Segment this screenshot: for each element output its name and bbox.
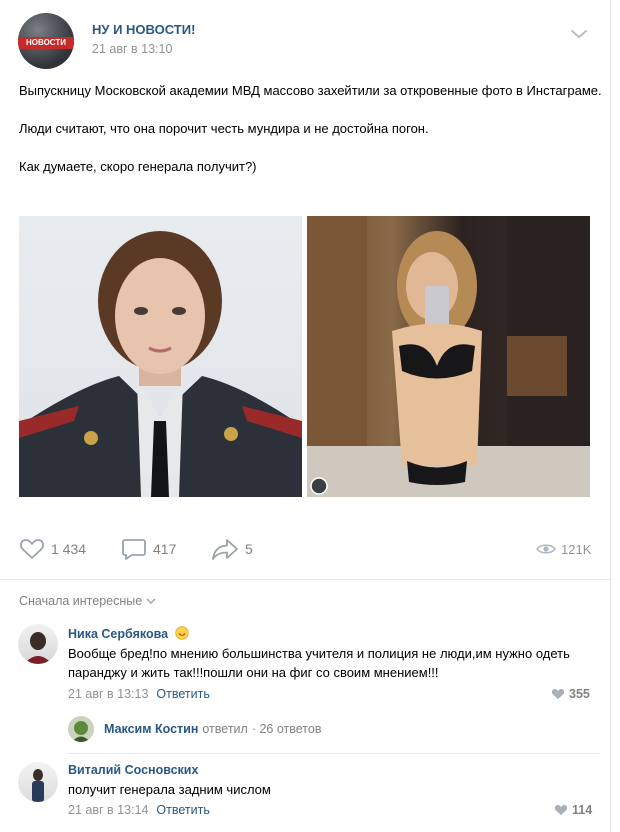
reply-author-avatar (68, 716, 94, 742)
views-count: 121K (561, 541, 592, 557)
post-date[interactable]: 21 авг в 13:10 (92, 42, 172, 56)
comment-button[interactable]: 417 (121, 536, 176, 562)
share-arrow-icon (212, 539, 238, 560)
community-avatar[interactable]: НОВОСТИ (18, 13, 74, 69)
heart-icon (554, 804, 568, 815)
comment-text: Вообще бред!по мнению большинства учител… (68, 646, 570, 680)
post-paragraph: Люди считают, что она порочит честь мунд… (19, 121, 429, 136)
post-text: Выпускницу Московской академии МВД массо… (19, 81, 604, 195)
post-actions: 1 434 417 5 121K (0, 536, 620, 562)
eye-icon (536, 544, 556, 554)
reply-button[interactable]: Ответить (156, 803, 209, 817)
comment-meta: 21 авг в 13:14 Ответить (68, 803, 210, 817)
commenter-name[interactable]: Виталий Сосновских (68, 763, 198, 777)
post-photo-selfie[interactable] (307, 216, 590, 497)
commenter-avatar[interactable] (18, 624, 58, 664)
share-count: 5 (245, 541, 253, 557)
chevron-down-icon (146, 598, 156, 605)
like-button[interactable]: 1 434 (19, 536, 86, 562)
comment-like-count: 114 (572, 803, 593, 817)
reply-button[interactable]: Ответить (156, 687, 209, 701)
comment-like-button[interactable]: 355 (551, 687, 590, 701)
heart-icon (551, 688, 565, 699)
smile-emoji-icon (174, 626, 189, 640)
like-count: 1 434 (51, 541, 87, 557)
commenter-avatar[interactable] (18, 762, 58, 802)
avatar-logo-text: НОВОСТИ (25, 38, 66, 47)
comment-like-button[interactable]: 114 (554, 803, 592, 817)
comments-sort-dropdown[interactable]: Сначала интересные (19, 594, 156, 608)
commenter-name[interactable]: Ника Сербякова (68, 626, 189, 641)
comment-like-count: 355 (569, 687, 590, 701)
reply-count[interactable]: · 26 ответов (252, 722, 322, 736)
comment-text: получит генерала задним числом (68, 782, 271, 797)
commenter-name-text: Ника Сербякова (68, 627, 169, 641)
post-paragraph: Выпускницу Московской академии МВД массо… (19, 83, 602, 98)
comment-date[interactable]: 21 авг в 13:13 (68, 687, 148, 701)
comment-meta: 21 авг в 13:13 Ответить (68, 687, 210, 701)
comment-date[interactable]: 21 авг в 13:14 (68, 803, 148, 817)
sort-label: Сначала интересные (19, 594, 143, 608)
post-card: НОВОСТИ НУ И НОВОСТИ! 21 авг в 13:10 Вып… (0, 0, 620, 832)
post-paragraph: Как думаете, скоро генерала получит?) (19, 159, 257, 174)
divider (68, 753, 600, 754)
post-photo-uniform[interactable] (19, 216, 302, 497)
community-name[interactable]: НУ И НОВОСТИ! (92, 22, 195, 37)
replies-thread[interactable]: Максим Костин ответил · 26 ответов (68, 716, 321, 742)
comment-icon (122, 539, 146, 560)
reply-author-name[interactable]: Максим Костин (104, 722, 198, 736)
views-counter: 121K (536, 536, 591, 562)
share-button[interactable]: 5 (211, 536, 253, 562)
heart-icon (20, 539, 44, 559)
comment-count: 417 (153, 541, 177, 557)
divider (0, 579, 610, 580)
column-border (610, 0, 611, 832)
chevron-down-icon[interactable] (570, 26, 588, 40)
reply-verb: ответил (202, 722, 248, 736)
